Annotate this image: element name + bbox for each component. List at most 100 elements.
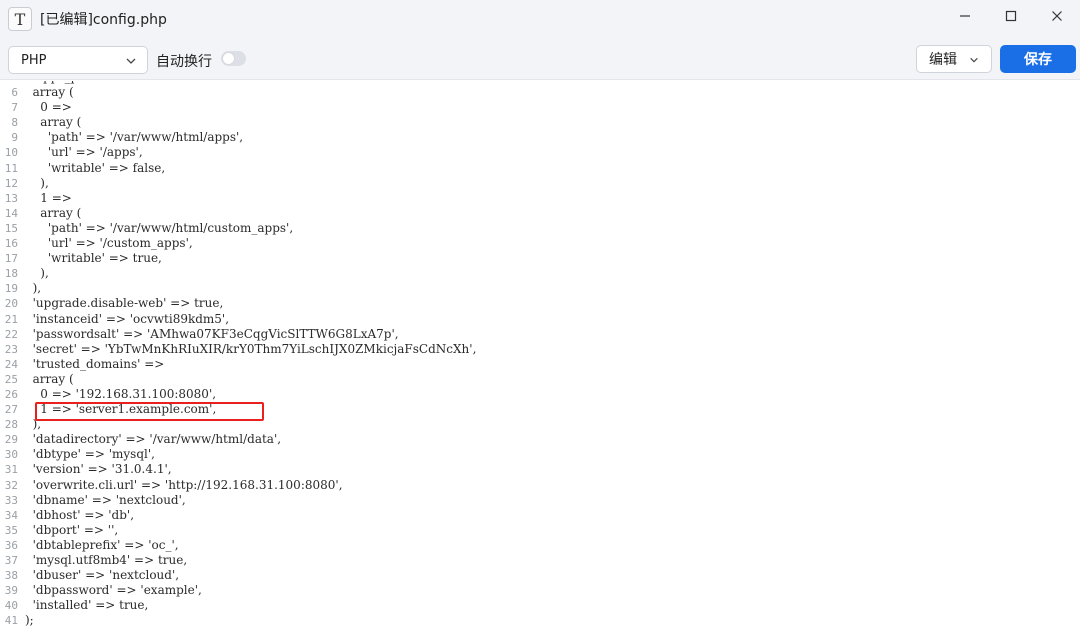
code-line[interactable]: 10 'url' => '/apps', <box>0 145 1080 160</box>
code-text: 1 => <box>25 190 72 205</box>
line-number: 16 <box>4 237 18 251</box>
code-text: 'dbhost' => 'db', <box>25 507 135 522</box>
chevron-down-icon <box>126 58 136 64</box>
minimize-button[interactable] <box>942 0 988 32</box>
language-select[interactable]: PHP <box>8 46 148 74</box>
language-select-value: PHP <box>21 52 47 68</box>
code-line[interactable]: 16 'url' => '/custom_apps', <box>0 236 1080 251</box>
word-wrap-toggle[interactable] <box>221 51 246 66</box>
code-line[interactable]: 9 'path' => '/var/www/html/apps', <box>0 130 1080 145</box>
code-line[interactable]: 12 ), <box>0 176 1080 191</box>
editor-toolbar: PHP 自动换行 编辑 保存 <box>0 38 1080 80</box>
code-editor[interactable]: 5 'apps_paths' =>6 array (7 0 =>8 array … <box>0 81 1080 632</box>
edit-menu-label: 编辑 <box>929 52 957 68</box>
code-text: array ( <box>25 115 82 130</box>
code-text: 'passwordsalt' => 'AMhwa07KF3eCqgVicSlTT… <box>25 326 399 341</box>
line-number: 41 <box>4 614 18 628</box>
code-text: 'overwrite.cli.url' => 'http://192.168.3… <box>25 477 343 492</box>
code-line[interactable]: 26 0 => '192.168.31.100:8080', <box>0 387 1080 402</box>
line-number: 31 <box>4 463 18 477</box>
code-text: 'upgrade.disable-web' => true, <box>25 296 224 311</box>
code-line[interactable]: 36 'dbtableprefix' => 'oc_', <box>0 538 1080 553</box>
line-number: 6 <box>11 86 18 100</box>
code-line[interactable]: 40 'installed' => true, <box>0 598 1080 613</box>
edit-menu-button[interactable]: 编辑 <box>916 45 992 73</box>
code-line[interactable]: 14 array ( <box>0 206 1080 221</box>
code-line[interactable]: 18 ), <box>0 266 1080 281</box>
code-text: 'instanceid' => 'ocvwti89kdm5', <box>25 311 230 326</box>
line-number: 40 <box>4 599 18 613</box>
code-line[interactable]: 11 'writable' => false, <box>0 161 1080 176</box>
code-text: 'path' => '/var/www/html/apps', <box>25 130 244 145</box>
highlight-annotation-box <box>35 402 264 421</box>
code-text: 0 => <box>25 100 72 115</box>
line-number: 15 <box>4 221 18 235</box>
line-number: 35 <box>4 523 18 537</box>
code-line[interactable]: 17 'writable' => true, <box>0 251 1080 266</box>
code-line[interactable]: 6 array ( <box>0 85 1080 100</box>
code-line[interactable]: 38 'dbuser' => 'nextcloud', <box>0 568 1080 583</box>
save-button[interactable]: 保存 <box>1000 45 1076 73</box>
code-line[interactable]: 34 'dbhost' => 'db', <box>0 508 1080 523</box>
line-number: 38 <box>4 569 18 583</box>
code-text: 'dbname' => 'nextcloud', <box>25 492 186 507</box>
line-number: 32 <box>4 478 18 492</box>
code-text: 'datadirectory' => '/var/www/html/data', <box>25 432 282 447</box>
code-text: 'trusted_domains' => <box>25 356 165 371</box>
code-line[interactable]: 22 'passwordsalt' => 'AMhwa07KF3eCqgVicS… <box>0 327 1080 342</box>
code-line[interactable]: 37 'mysql.utf8mb4' => true, <box>0 553 1080 568</box>
code-line[interactable]: 30 'dbtype' => 'mysql', <box>0 447 1080 462</box>
code-text: 'url' => '/apps', <box>25 145 143 160</box>
line-number: 22 <box>4 327 18 341</box>
code-line[interactable]: 31 'version' => '31.0.4.1', <box>0 462 1080 477</box>
minimize-icon <box>960 15 970 17</box>
code-text: ), <box>25 175 49 190</box>
code-line[interactable]: 21 'instanceid' => 'ocvwti89kdm5', <box>0 312 1080 327</box>
code-text: ), <box>25 266 49 281</box>
maximize-button[interactable] <box>988 0 1034 32</box>
line-number: 17 <box>4 252 18 266</box>
code-text: 'dbtableprefix' => 'oc_', <box>25 537 179 552</box>
line-number: 27 <box>4 403 18 417</box>
code-line[interactable]: 35 'dbport' => '', <box>0 523 1080 538</box>
line-number: 19 <box>4 282 18 296</box>
code-line[interactable]: 24 'trusted_domains' => <box>0 357 1080 372</box>
line-number: 29 <box>4 433 18 447</box>
code-text: 0 => '192.168.31.100:8080', <box>25 386 217 401</box>
code-line[interactable]: 13 1 => <box>0 191 1080 206</box>
code-text: 'dbport' => '', <box>25 522 119 537</box>
code-text: ), <box>25 281 42 296</box>
line-number: 9 <box>11 131 18 145</box>
code-line[interactable]: 39 'dbpassword' => 'example', <box>0 583 1080 598</box>
code-line[interactable]: 25 array ( <box>0 372 1080 387</box>
code-line[interactable]: 7 0 => <box>0 100 1080 115</box>
code-text: 'secret' => 'YbTwMnKhRIuXIR/krY0Thm7YiLs… <box>25 341 477 356</box>
code-text: 'writable' => false, <box>25 160 166 175</box>
code-line[interactable]: 19 ), <box>0 281 1080 296</box>
code-line[interactable]: 15 'path' => '/var/www/html/custom_apps'… <box>0 221 1080 236</box>
line-number: 25 <box>4 372 18 386</box>
code-line[interactable]: 29 'datadirectory' => '/var/www/html/dat… <box>0 432 1080 447</box>
line-number: 34 <box>4 508 18 522</box>
code-text: array ( <box>25 371 74 386</box>
line-number: 36 <box>4 538 18 552</box>
code-line[interactable]: 23 'secret' => 'YbTwMnKhRIuXIR/krY0Thm7Y… <box>0 342 1080 357</box>
line-number: 30 <box>4 448 18 462</box>
code-text: 'mysql.utf8mb4' => true, <box>25 553 188 567</box>
code-line[interactable]: 32 'overwrite.cli.url' => 'http://192.16… <box>0 478 1080 493</box>
line-number: 7 <box>11 101 18 115</box>
chevron-down-icon <box>970 57 978 63</box>
code-line[interactable]: 20 'upgrade.disable-web' => true, <box>0 296 1080 311</box>
close-button[interactable] <box>1034 0 1080 32</box>
code-line[interactable]: 8 array ( <box>0 115 1080 130</box>
code-line[interactable]: 33 'dbname' => 'nextcloud', <box>0 493 1080 508</box>
line-number: 23 <box>4 342 18 356</box>
line-number: 28 <box>4 418 18 432</box>
window-controls <box>942 0 1080 38</box>
code-text: array ( <box>25 205 82 220</box>
line-number: 37 <box>4 554 18 567</box>
code-text: 'dbuser' => 'nextcloud', <box>25 568 180 583</box>
word-wrap-label: 自动换行 <box>156 54 212 70</box>
line-number: 20 <box>4 297 18 311</box>
code-line[interactable]: 41); <box>0 613 1080 628</box>
